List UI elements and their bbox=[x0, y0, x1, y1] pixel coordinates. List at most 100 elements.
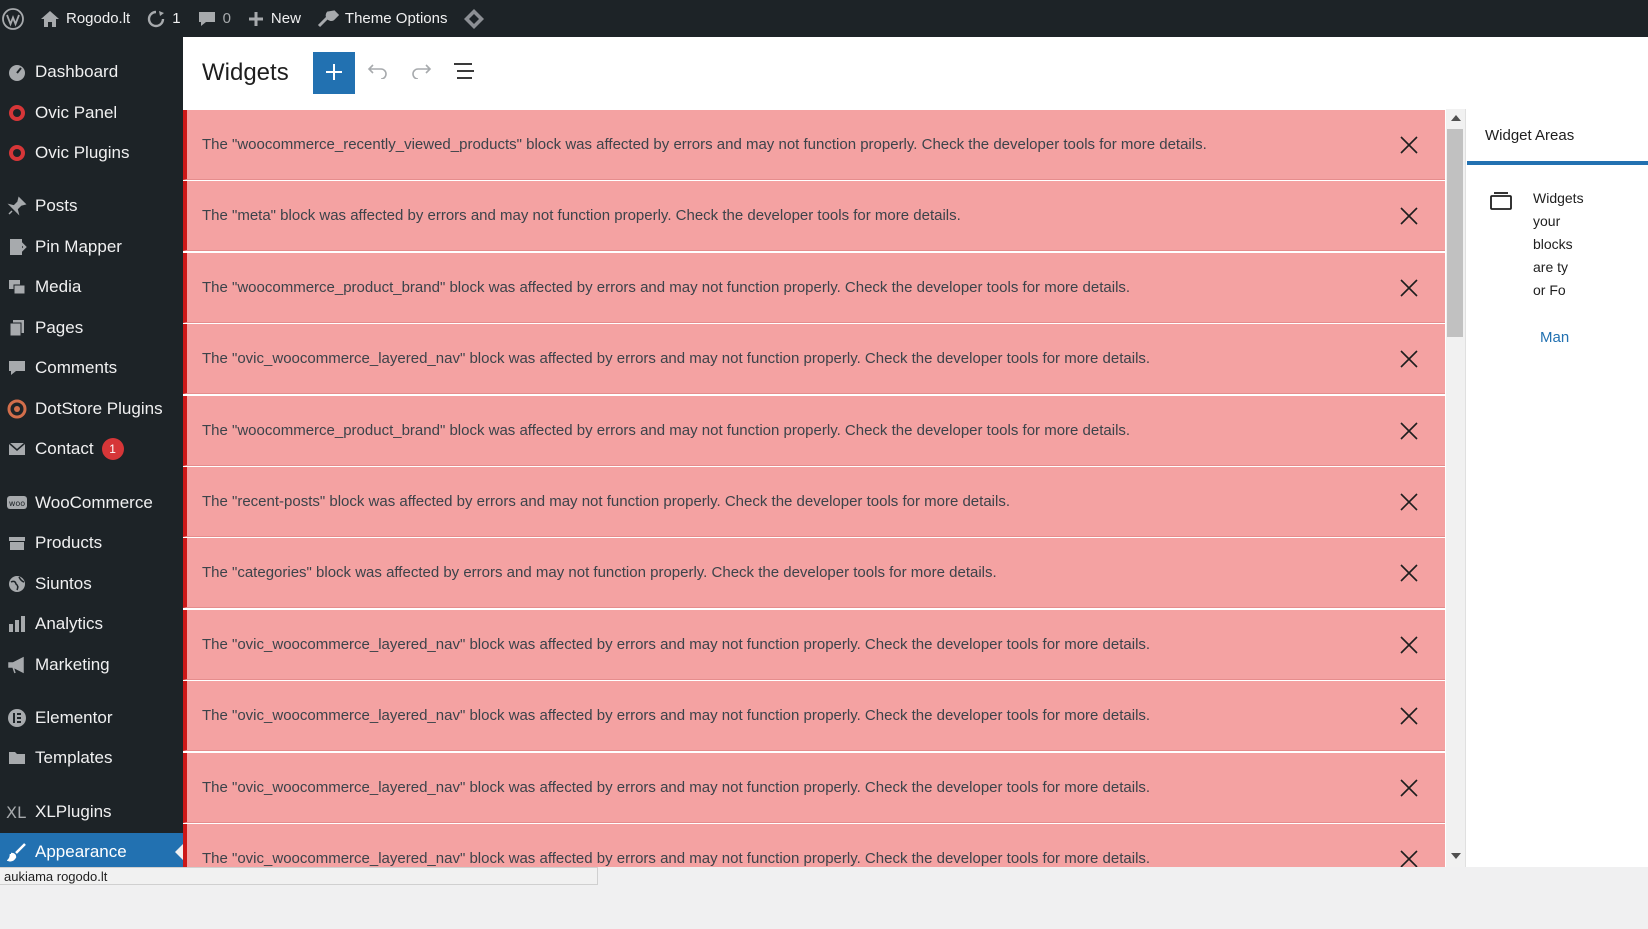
site-name: Rogodo.lt bbox=[66, 10, 131, 27]
tab-widget-areas[interactable]: Widget Areas bbox=[1467, 109, 1648, 165]
widget-areas-description: Widgets your blocks are ty or Fo bbox=[1533, 187, 1648, 302]
manage-link[interactable]: Man bbox=[1540, 329, 1569, 346]
chart-icon bbox=[3, 613, 31, 635]
widget-area-icon bbox=[1489, 191, 1513, 216]
sidebar-item-posts[interactable]: Posts bbox=[0, 187, 183, 225]
archive-icon bbox=[3, 532, 31, 554]
sidebar-item-label: Pin Mapper bbox=[35, 237, 122, 256]
sidebar-item-label: Appearance bbox=[35, 842, 127, 861]
wrench-icon bbox=[317, 9, 339, 28]
close-icon[interactable] bbox=[1399, 706, 1419, 726]
close-icon[interactable] bbox=[1399, 349, 1419, 369]
sidebar-item-label: Products bbox=[35, 533, 103, 552]
close-icon[interactable] bbox=[1399, 563, 1419, 583]
sidebar-item-dashboard[interactable]: Dashboard bbox=[0, 53, 183, 91]
notice-text: The "ovic_woocommerce_layered_nav" block… bbox=[202, 707, 1151, 725]
notice-text: The "categories" block was affected by e… bbox=[202, 564, 997, 582]
description-line: are ty bbox=[1533, 259, 1569, 275]
pages-icon bbox=[3, 317, 31, 339]
sidebar-item-label: WooCommerce bbox=[35, 493, 153, 512]
notices-scrollbar[interactable] bbox=[1446, 109, 1465, 867]
close-icon[interactable] bbox=[1399, 492, 1419, 512]
sidebar-item-analytics[interactable]: Analytics bbox=[0, 605, 183, 643]
sidebar-item-label: DotStore Plugins bbox=[35, 399, 163, 418]
sidebar-item-xlplugins[interactable]: XL XLPlugins bbox=[0, 793, 183, 831]
error-notice: The "categories" block was affected by e… bbox=[183, 538, 1445, 609]
undo-button[interactable] bbox=[358, 53, 398, 93]
diamond-icon[interactable] bbox=[455, 0, 493, 37]
sidebar-item-comments[interactable]: Comments bbox=[0, 349, 183, 387]
new-label: New bbox=[270, 10, 301, 27]
sidebar-item-label: Ovic Plugins bbox=[35, 143, 130, 162]
sidebar-item-label: Templates bbox=[35, 748, 113, 767]
comment-icon bbox=[3, 357, 31, 379]
sidebar-item-label: Elementor bbox=[35, 708, 113, 727]
error-notice: The "meta" block was affected by errors … bbox=[183, 181, 1445, 252]
sidebar-item-ovic-plugins[interactable]: Ovic Plugins bbox=[0, 134, 183, 172]
error-notice: The "recent-posts" block was affected by… bbox=[183, 467, 1445, 537]
site-name-link[interactable]: Rogodo.lt bbox=[32, 0, 138, 37]
list-view-button[interactable] bbox=[444, 53, 484, 93]
scrollbar-thumb[interactable] bbox=[1447, 129, 1463, 337]
close-icon[interactable] bbox=[1399, 135, 1419, 155]
theme-options-link[interactable]: Theme Options bbox=[309, 0, 456, 37]
sidebar-item-label: Analytics bbox=[35, 614, 104, 633]
settings-sidebar: Widget Areas Widgets your blocks are ty … bbox=[1465, 109, 1648, 867]
sidebar-item-elementor[interactable]: Elementor bbox=[0, 699, 183, 737]
sidebar-item-label: Pages bbox=[35, 318, 84, 337]
close-icon[interactable] bbox=[1399, 421, 1419, 441]
sidebar-item-woocommerce[interactable]: woo WooCommerce bbox=[0, 484, 183, 522]
sidebar-item-pages[interactable]: Pages bbox=[0, 309, 183, 347]
woo-icon: woo bbox=[3, 492, 31, 514]
comments-link[interactable]: 0 bbox=[189, 0, 239, 37]
dashboard-icon bbox=[3, 61, 31, 83]
comment-icon bbox=[197, 10, 217, 28]
theme-options-label: Theme Options bbox=[344, 10, 448, 27]
scroll-up-arrow-icon[interactable] bbox=[1446, 111, 1465, 125]
megaphone-icon bbox=[3, 654, 31, 676]
ovic-icon bbox=[3, 142, 31, 164]
sidebar-item-label: Dashboard bbox=[35, 62, 119, 81]
close-icon[interactable] bbox=[1399, 635, 1419, 655]
new-content-link[interactable]: New bbox=[239, 0, 309, 37]
undo-icon bbox=[367, 63, 389, 84]
pin-icon bbox=[3, 195, 31, 217]
sidebar-item-dotstore-plugins[interactable]: DotStore Plugins bbox=[0, 390, 183, 428]
sidebar-item-pin-mapper[interactable]: Pin Mapper bbox=[0, 228, 183, 266]
error-notice: The "woocommerce_product_brand" block wa… bbox=[183, 252, 1445, 323]
close-icon[interactable] bbox=[1399, 278, 1419, 298]
error-notice: The "ovic_woocommerce_layered_nav" block… bbox=[183, 681, 1445, 752]
sidebar-item-label: XLPlugins bbox=[35, 802, 112, 821]
mail-icon bbox=[3, 438, 31, 460]
redo-button[interactable] bbox=[401, 53, 441, 93]
admin-bar: Rogodo.lt 1 0 New Theme Options bbox=[0, 0, 1648, 37]
sidebar-item-marketing[interactable]: Marketing bbox=[0, 646, 183, 684]
error-notice: The "woocommerce_recently_viewed_product… bbox=[183, 110, 1445, 180]
sidebar-item-templates[interactable]: Templates bbox=[0, 739, 183, 777]
close-icon[interactable] bbox=[1399, 778, 1419, 798]
sidebar-item-siuntos[interactable]: Siuntos bbox=[0, 565, 183, 603]
sidebar-item-label: Ovic Panel bbox=[35, 103, 118, 122]
sidebar-item-contact[interactable]: Contact 1 bbox=[0, 430, 183, 468]
description-line: blocks bbox=[1533, 236, 1573, 252]
wordpress-logo-icon[interactable] bbox=[0, 0, 32, 37]
description-line: Widgets bbox=[1533, 190, 1584, 206]
notification-badge: 1 bbox=[101, 438, 124, 460]
sidebar-item-label: Media bbox=[35, 277, 82, 296]
add-block-button[interactable] bbox=[312, 52, 355, 94]
sidebar-item-media[interactable]: Media bbox=[0, 268, 183, 306]
scroll-down-arrow-icon[interactable] bbox=[1446, 849, 1465, 863]
media-icon bbox=[3, 276, 31, 298]
sidebar-item-appearance[interactable]: Appearance bbox=[0, 833, 183, 871]
close-icon[interactable] bbox=[1399, 849, 1419, 867]
plus-icon bbox=[324, 62, 344, 85]
sidebar-item-products[interactable]: Products bbox=[0, 524, 183, 562]
sidebar-item-ovic-panel[interactable]: Ovic Panel bbox=[0, 94, 183, 132]
svg-text:XL: XL bbox=[6, 803, 26, 822]
editor-header: Widgets bbox=[183, 37, 1648, 110]
globe-icon bbox=[3, 573, 31, 595]
xl-icon: XL bbox=[3, 801, 31, 823]
updates-link[interactable]: 1 bbox=[138, 0, 188, 37]
elementor-icon bbox=[3, 707, 31, 729]
close-icon[interactable] bbox=[1399, 206, 1419, 226]
